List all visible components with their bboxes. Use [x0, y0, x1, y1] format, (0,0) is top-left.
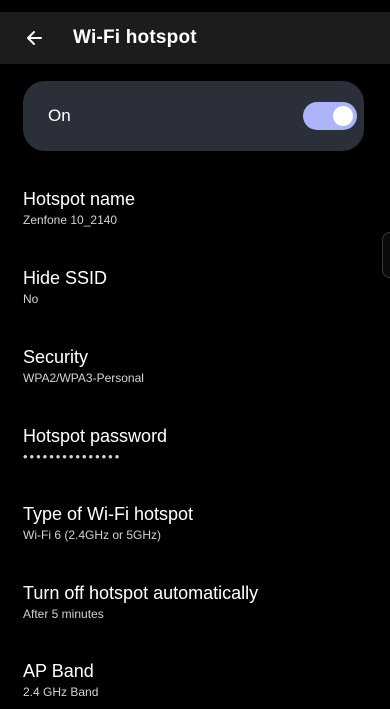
setting-hide-ssid[interactable]: Hide SSID No — [23, 267, 368, 307]
app-bar: Wi-Fi hotspot — [0, 12, 390, 64]
setting-value: 2.4 GHz Band — [23, 685, 99, 699]
setting-title: Hotspot name — [23, 189, 136, 209]
setting-title: Hotspot password — [23, 426, 168, 446]
back-button[interactable] — [22, 26, 46, 50]
setting-value: After 5 minutes — [23, 607, 104, 621]
setting-hotspot-type[interactable]: Type of Wi-Fi hotspot Wi-Fi 6 (2.4GHz or… — [23, 503, 368, 543]
edge-panel-handle[interactable] — [382, 232, 390, 278]
setting-auto-off[interactable]: Turn off hotspot automatically After 5 m… — [23, 582, 368, 622]
status-bar — [0, 0, 390, 12]
password-mask: ••••••••••••••• — [23, 449, 122, 464]
hotspot-master-switch[interactable]: On — [23, 81, 364, 151]
setting-value: Wi-Fi 6 (2.4GHz or 5GHz) — [23, 528, 162, 542]
setting-value: No — [23, 292, 39, 306]
setting-value: Zenfone 10_2140 — [23, 213, 118, 227]
hotspot-toggle[interactable] — [303, 102, 357, 130]
setting-ap-band[interactable]: AP Band 2.4 GHz Band — [23, 660, 368, 700]
setting-hotspot-name[interactable]: Hotspot name Zenfone 10_2140 — [23, 188, 368, 228]
setting-value: WPA2/WPA3-Personal — [23, 371, 144, 385]
master-switch-label: On — [48, 106, 71, 125]
setting-title: Turn off hotspot automatically — [23, 583, 259, 603]
setting-title: Type of Wi-Fi hotspot — [23, 504, 194, 524]
setting-security[interactable]: Security WPA2/WPA3-Personal — [23, 346, 368, 386]
setting-hotspot-password[interactable]: Hotspot password ••••••••••••••• — [23, 425, 368, 465]
arrow-left-icon — [27, 31, 42, 45]
setting-title: Security — [23, 347, 89, 367]
setting-title: AP Band — [23, 661, 94, 681]
setting-title: Hide SSID — [23, 268, 108, 288]
page-title: Wi-Fi hotspot — [73, 27, 197, 48]
toggle-knob — [333, 106, 353, 126]
